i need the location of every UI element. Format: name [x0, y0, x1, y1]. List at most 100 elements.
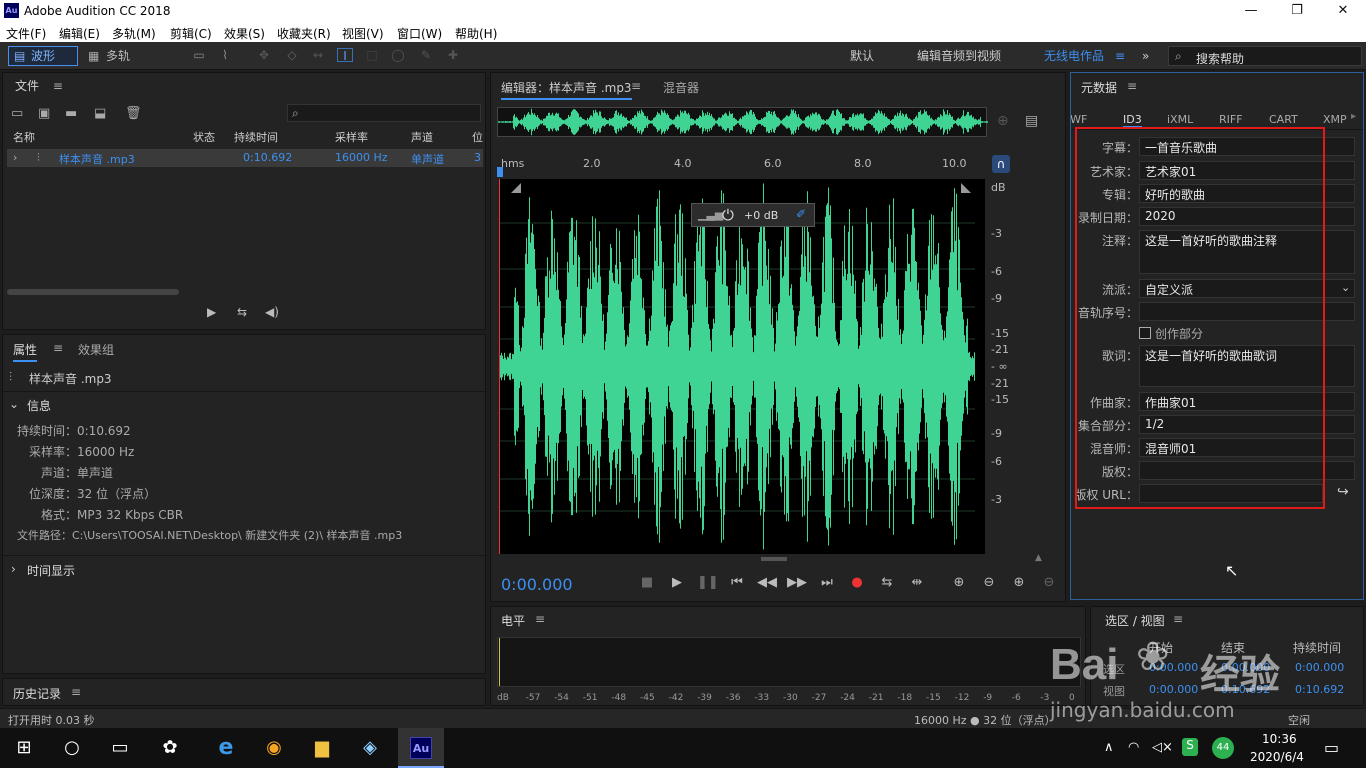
- import-file-icon[interactable]: ▣: [38, 106, 50, 121]
- fast-forward-icon[interactable]: ▶▶: [787, 575, 807, 590]
- edge-browser-icon[interactable]: e: [202, 728, 250, 768]
- zoom-out-full-icon[interactable]: ⊖: [1039, 575, 1059, 590]
- col-name[interactable]: 名称: [13, 129, 35, 145]
- search-help-input[interactable]: ⌕ 搜索帮助: [1168, 46, 1362, 66]
- zoom-out-amplitude-icon[interactable]: ⊖: [979, 575, 999, 590]
- hud-volume[interactable]: ▁▃▅ ⏻ +0 dB ✐: [691, 203, 815, 227]
- healing-tool-icon[interactable]: ✚: [445, 48, 461, 62]
- volume-knob-icon[interactable]: ⏻: [722, 206, 734, 224]
- panel-menu-icon[interactable]: ≡: [53, 79, 63, 93]
- file-explorer-icon[interactable]: ▆: [298, 728, 346, 768]
- windows-start-icon[interactable]: ⊞: [0, 728, 48, 768]
- snap-icon[interactable]: ∩: [992, 155, 1010, 173]
- col-samplerate[interactable]: 采样率: [335, 129, 368, 145]
- loop-icon[interactable]: ⇆: [237, 305, 247, 319]
- audition-taskbar-button[interactable]: Au: [398, 728, 444, 768]
- waveform-overview[interactable]: [497, 107, 988, 137]
- menu-file[interactable]: 文件(F): [6, 25, 46, 42]
- workspace-default[interactable]: 默认: [850, 47, 874, 65]
- table-row[interactable]: › ⫶ 样本声音 .mp3 0:10.692 16000 Hz 单声道 3: [7, 149, 483, 167]
- zoom-navigator-icon[interactable]: ⊕: [997, 113, 1009, 129]
- files-search-input[interactable]: ⌕: [287, 104, 481, 122]
- close-button[interactable]: ✕: [1320, 0, 1366, 22]
- tab-mixer[interactable]: 混音器: [663, 79, 699, 96]
- menu-view[interactable]: 视图(V): [342, 25, 384, 42]
- workspace-video[interactable]: 编辑音频到视频: [917, 47, 1001, 65]
- move-tool-icon[interactable]: ✥: [256, 48, 272, 62]
- play-icon[interactable]: ▶: [667, 575, 687, 590]
- vertical-zoom-handle[interactable]: [761, 557, 787, 561]
- workspace-more-icon[interactable]: »: [1142, 47, 1149, 65]
- panel-menu-icon[interactable]: ≡: [631, 79, 641, 93]
- zoom-in-amplitude-icon[interactable]: ⊕: [949, 575, 969, 590]
- expand-icon[interactable]: ›: [13, 151, 17, 164]
- move-playhead-next-icon[interactable]: ⏭: [817, 575, 837, 590]
- maximize-button[interactable]: ❐: [1274, 0, 1320, 22]
- scroll-tabs-right-icon[interactable]: ▸: [1351, 111, 1356, 122]
- record-icon[interactable]: ●: [847, 575, 867, 590]
- stop-icon[interactable]: ■: [637, 575, 657, 590]
- show-hidden-icons-icon[interactable]: ∧: [1104, 740, 1114, 755]
- tab-effects-rack[interactable]: 效果组: [78, 341, 114, 358]
- minimize-button[interactable]: —: [1228, 0, 1274, 22]
- clock-date[interactable]: 2020/6/4: [1250, 750, 1304, 764]
- tab-id3[interactable]: ID3: [1123, 113, 1142, 128]
- metadata-panel-title[interactable]: 元数据: [1081, 79, 1117, 96]
- view-end[interactable]: 0:10.692: [1221, 683, 1270, 696]
- menu-multitrack[interactable]: 多轨(M): [112, 25, 156, 42]
- move-playhead-previous-icon[interactable]: ⏮: [727, 575, 747, 590]
- volume-muted-icon[interactable]: ◁×: [1152, 740, 1173, 755]
- delete-icon[interactable]: 🗑: [125, 106, 142, 121]
- spectral-pitch-icon[interactable]: ⌇: [217, 48, 233, 62]
- panel-menu-icon[interactable]: ≡: [1127, 79, 1137, 93]
- menu-favorites[interactable]: 收藏夹(R): [277, 25, 331, 42]
- pause-icon[interactable]: ❚❚: [697, 575, 719, 590]
- spectral-freq-icon[interactable]: ▭: [191, 48, 207, 62]
- col-bits[interactable]: 位: [472, 129, 483, 145]
- menu-help[interactable]: 帮助(H): [455, 25, 497, 42]
- app-tray-icon[interactable]: S: [1182, 738, 1198, 756]
- horizontal-scrollbar[interactable]: [7, 289, 179, 295]
- clock-time[interactable]: 10:36: [1262, 732, 1297, 746]
- selection-end[interactable]: 0:00.000: [1221, 661, 1270, 674]
- workspace-radio[interactable]: 无线电作品: [1044, 47, 1104, 65]
- tab-xmp[interactable]: XMP: [1323, 113, 1347, 126]
- playhead-marker[interactable]: [497, 167, 503, 177]
- time-ruler[interactable]: hms 2.0 4.0 6.0 8.0 10.0: [501, 157, 981, 171]
- tab-ixml[interactable]: iXML: [1167, 113, 1193, 126]
- slip-tool-icon[interactable]: ↔: [310, 48, 326, 62]
- workspace-menu-icon[interactable]: ≡: [1115, 47, 1125, 65]
- selection-panel-title[interactable]: 选区 / 视图: [1105, 612, 1165, 629]
- selection-duration[interactable]: 0:00.000: [1295, 661, 1344, 674]
- lasso-tool-icon[interactable]: ◯: [390, 48, 406, 62]
- zoom-in-time-icon[interactable]: ⊕: [1009, 575, 1029, 590]
- multitrack-mode-button[interactable]: ▦ 多轨: [82, 46, 144, 66]
- info-section-title[interactable]: 信息: [27, 397, 51, 414]
- tray-badge[interactable]: 44: [1212, 737, 1234, 759]
- time-selection-tool-icon[interactable]: I: [337, 48, 353, 63]
- loop-playback-icon[interactable]: ⇆: [877, 575, 897, 590]
- history-panel-title[interactable]: 历史记录: [13, 685, 61, 702]
- panel-menu-icon[interactable]: ≡: [53, 341, 63, 355]
- menu-window[interactable]: 窗口(W): [397, 25, 442, 42]
- new-file-icon[interactable]: ▬: [65, 106, 77, 121]
- network-icon[interactable]: ◠: [1128, 740, 1139, 755]
- menu-edit[interactable]: 编辑(E): [59, 25, 100, 42]
- panel-options-icon[interactable]: ▤: [1025, 113, 1038, 129]
- open-file-icon[interactable]: ▭: [11, 106, 23, 121]
- view-duration[interactable]: 0:10.692: [1295, 683, 1344, 696]
- tab-riff[interactable]: RIFF: [1219, 113, 1243, 126]
- col-channel[interactable]: 声道: [411, 129, 433, 145]
- time-display-section-title[interactable]: 时间显示: [27, 562, 75, 579]
- tab-bwf[interactable]: BWF: [1071, 113, 1087, 126]
- razor-tool-icon[interactable]: ◇: [284, 48, 300, 62]
- panel-menu-icon[interactable]: ≡: [535, 612, 545, 626]
- collapse-icon[interactable]: ⌄: [9, 397, 19, 411]
- view-start[interactable]: 0:00.000: [1149, 683, 1198, 696]
- menu-clip[interactable]: 剪辑(C): [170, 25, 212, 42]
- tab-cart[interactable]: CART: [1269, 113, 1298, 126]
- level-panel-title[interactable]: 电平: [501, 612, 525, 629]
- selection-start[interactable]: 0:00.000: [1149, 661, 1198, 674]
- app-crystal-icon[interactable]: ◈: [346, 728, 394, 768]
- tab-editor[interactable]: 编辑器：样本声音 .mp3: [501, 79, 632, 100]
